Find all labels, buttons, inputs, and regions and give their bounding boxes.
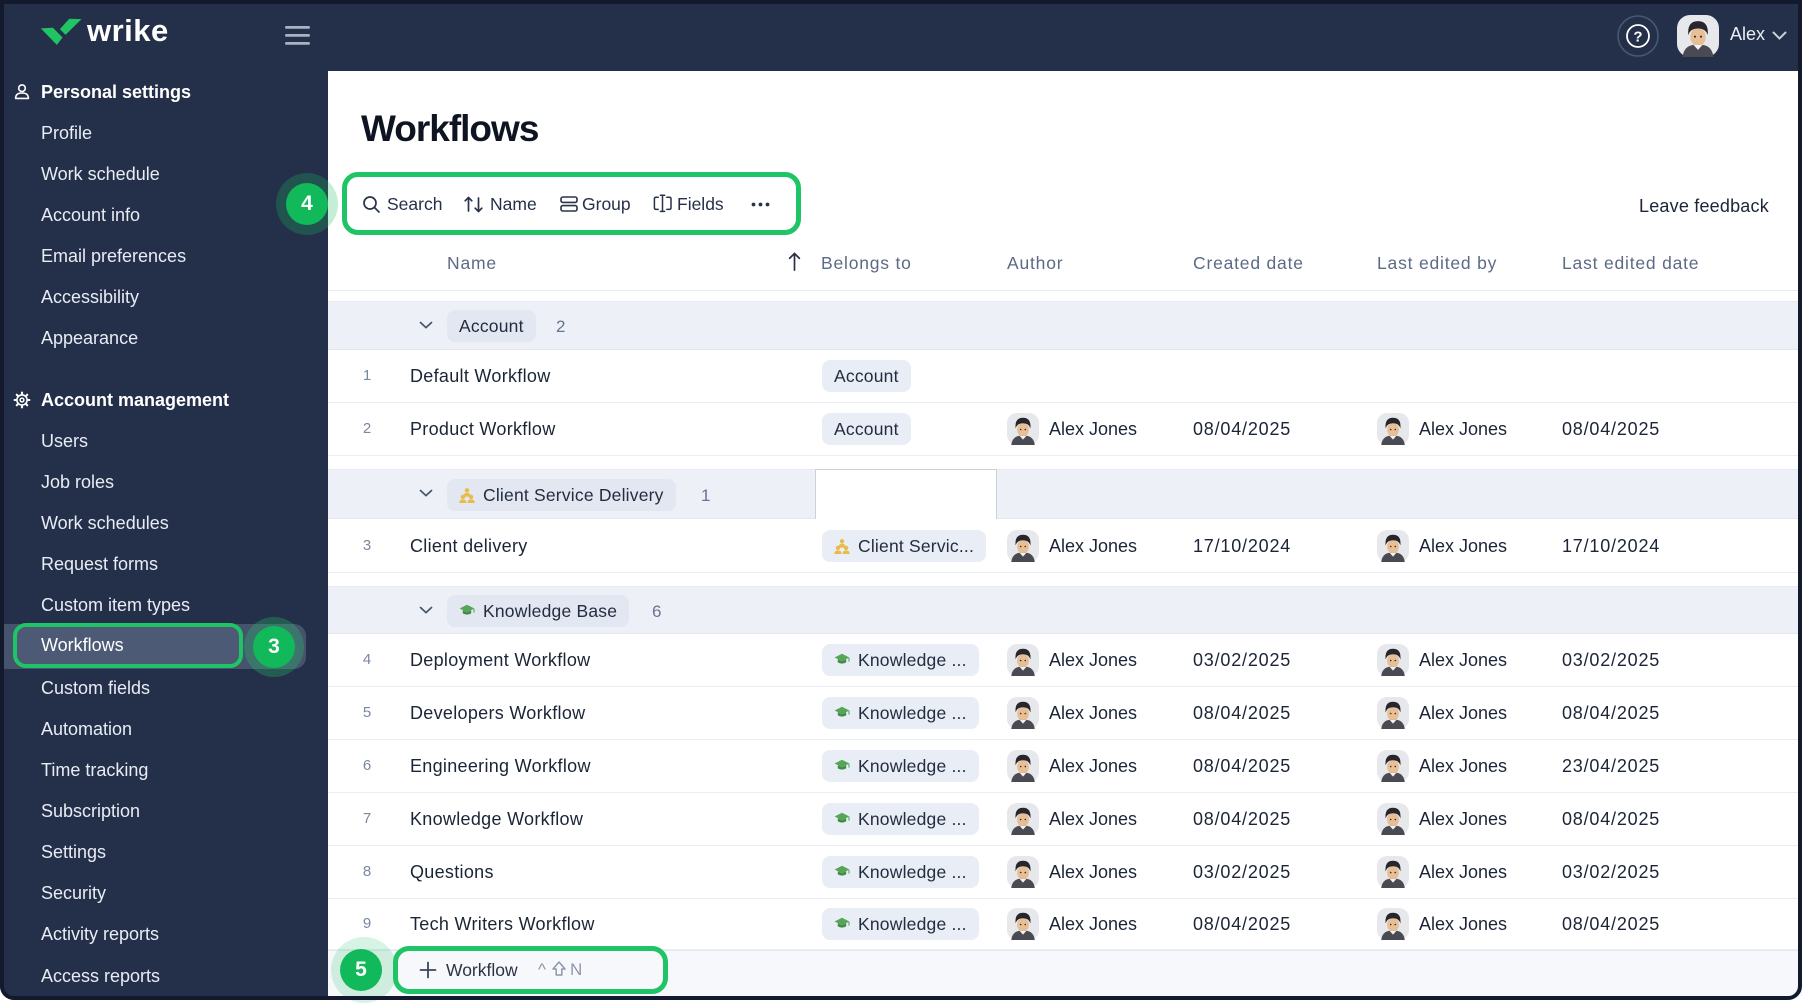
- svg-text:?: ?: [1633, 29, 1642, 46]
